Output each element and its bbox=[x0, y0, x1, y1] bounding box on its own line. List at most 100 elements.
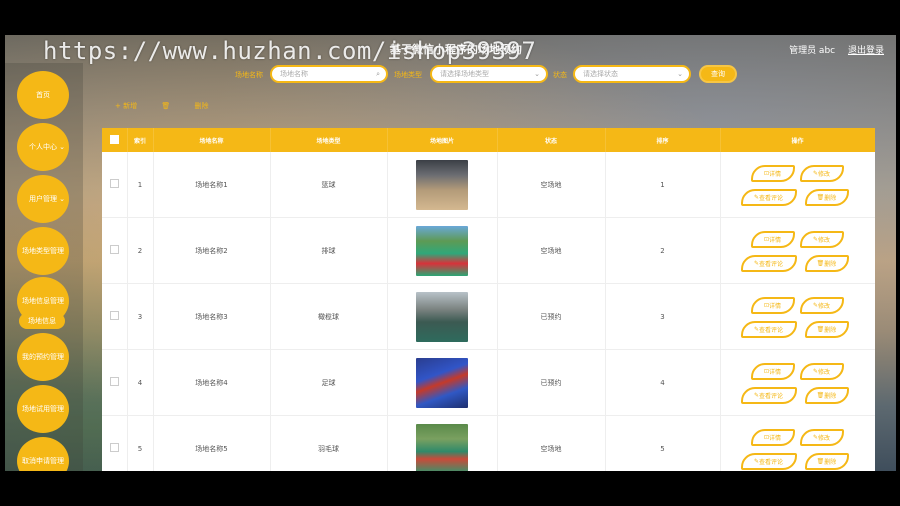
venue-image bbox=[416, 291, 468, 342]
sidebar-item-user-management[interactable]: 用户管理 ⌄ bbox=[17, 175, 69, 223]
venue-image bbox=[416, 357, 468, 408]
sidebar-subitem-label: 场地信息 bbox=[28, 317, 56, 325]
row-checkbox[interactable] bbox=[109, 245, 119, 254]
view-comments-button[interactable]: ✎ 查看评论 bbox=[740, 188, 797, 206]
detail-button[interactable]: ⊡ 详情 bbox=[750, 296, 795, 314]
detail-button[interactable]: ⊡ 详情 bbox=[750, 362, 795, 380]
row-select-cell bbox=[102, 152, 128, 218]
detail-label: 详情 bbox=[769, 368, 782, 376]
row-image-cell bbox=[387, 349, 498, 416]
row-type: 羽毛球 bbox=[270, 415, 388, 471]
search-bar: 场地名称 场地名称 ⌕ 场地类型 请选择场地类型 ⌄ 状态 请选择状态 ⌄ 查询 bbox=[5, 65, 896, 85]
col-sort: 排序 bbox=[605, 128, 721, 152]
row-status: 空场地 bbox=[497, 217, 606, 284]
row-name: 场地名称1 bbox=[153, 152, 271, 218]
row-checkbox[interactable] bbox=[109, 311, 119, 320]
venue-table: 索引 场地名称 场地类型 场地图片 状态 排序 操作 1 场地名称1 篮球 空场地 1 ⊡… bbox=[102, 128, 875, 471]
row-name: 场地名称2 bbox=[153, 217, 271, 284]
search-icon: ⌕ bbox=[376, 70, 380, 78]
row-type: 足球 bbox=[270, 349, 388, 416]
venue-name-label: 场地名称 bbox=[235, 71, 263, 79]
trash-icon: 🗑 bbox=[816, 325, 825, 333]
venue-type-select[interactable]: 请选择场地类型 ⌄ bbox=[430, 65, 548, 83]
add-button[interactable]: + 新增 bbox=[115, 102, 137, 110]
row-select-cell bbox=[102, 283, 128, 350]
venue-image bbox=[416, 225, 468, 276]
trash-icon: 🗑 bbox=[816, 457, 825, 465]
row-checkbox[interactable] bbox=[109, 179, 119, 188]
table-row: 4 场地名称4 足球 已预约 4 ⊡ 详情 ✎ 修改 ✎ 查看评论 🗑 删除 bbox=[102, 349, 875, 416]
row-ops: ⊡ 详情 ✎ 修改 ✎ 查看评论 🗑 删除 bbox=[720, 152, 875, 218]
trash-icon: 🗑 bbox=[161, 102, 173, 110]
batch-delete-label: 删除 bbox=[194, 102, 209, 110]
logout-link[interactable]: 退出登录 bbox=[848, 46, 884, 56]
row-status: 空场地 bbox=[497, 415, 606, 471]
row-actions: ⊡ 详情 ✎ 修改 ✎ 查看评论 🗑 删除 bbox=[721, 419, 876, 472]
delete-button[interactable]: 🗑 删除 bbox=[804, 188, 849, 206]
delete-button[interactable]: 🗑 删除 bbox=[804, 254, 849, 272]
table-header-row: 索引 场地名称 场地类型 场地图片 状态 排序 操作 bbox=[102, 128, 875, 152]
sidebar-item-label: 场地试用管理 bbox=[22, 405, 64, 413]
watermark: https://www.huzhan.com/ishop39397 bbox=[43, 37, 537, 65]
view-comments-label: 查看评论 bbox=[759, 194, 784, 202]
edit-button[interactable]: ✎ 修改 bbox=[799, 164, 844, 182]
select-all-checkbox[interactable] bbox=[109, 134, 119, 144]
venue-type-label: 场地类型 bbox=[394, 71, 422, 79]
venue-type-placeholder: 请选择场地类型 bbox=[440, 70, 489, 78]
delete-button[interactable]: 🗑 删除 bbox=[804, 452, 849, 470]
sidebar-item-cancel-request-management[interactable]: 取消申请管理 bbox=[17, 437, 69, 471]
row-type: 排球 bbox=[270, 217, 388, 284]
table-row: 5 场地名称5 羽毛球 空场地 5 ⊡ 详情 ✎ 修改 ✎ 查看评论 🗑 删除 bbox=[102, 415, 876, 472]
sidebar-item-label: 场地类型管理 bbox=[22, 247, 64, 255]
row-select-cell bbox=[102, 415, 128, 471]
delete-label: 删除 bbox=[824, 392, 837, 400]
edit-button[interactable]: ✎ 修改 bbox=[799, 428, 844, 446]
row-index: 2 bbox=[127, 217, 154, 284]
edit-label: 修改 bbox=[818, 434, 831, 442]
row-image-cell bbox=[387, 217, 498, 284]
detail-label: 详情 bbox=[769, 302, 782, 310]
row-sort: 5 bbox=[605, 415, 721, 471]
edit-button[interactable]: ✎ 修改 bbox=[799, 296, 844, 314]
row-select-cell bbox=[102, 349, 128, 416]
detail-button[interactable]: ⊡ 详情 bbox=[750, 164, 795, 182]
batch-delete-button[interactable]: 🗑 删除 bbox=[161, 102, 230, 110]
sidebar-item-venue-type-management[interactable]: 场地类型管理 bbox=[17, 227, 69, 275]
sidebar-item-personal-center[interactable]: 个人中心 ⌄ bbox=[17, 123, 69, 171]
sidebar-item-label: 首页 bbox=[36, 91, 50, 99]
row-type: 橄榄球 bbox=[270, 283, 388, 350]
sidebar-item-my-booking-management[interactable]: 我的预约管理 bbox=[17, 333, 69, 381]
view-comments-button[interactable]: ✎ 查看评论 bbox=[740, 452, 797, 470]
row-select-cell bbox=[102, 217, 128, 284]
row-name: 场地名称3 bbox=[153, 283, 271, 350]
delete-label: 删除 bbox=[824, 260, 837, 268]
view-comments-button[interactable]: ✎ 查看评论 bbox=[740, 386, 797, 404]
query-button[interactable]: 查询 bbox=[699, 65, 737, 83]
app-screen: 基于微信小程序的场地预约 管理员 abc 退出登录 首页 个人中心 ⌄ 用户管理 ⌄… bbox=[5, 35, 896, 471]
col-image: 场地图片 bbox=[387, 128, 498, 152]
view-comments-label: 查看评论 bbox=[759, 392, 784, 400]
chevron-down-icon: ⌄ bbox=[59, 195, 65, 203]
edit-button[interactable]: ✎ 修改 bbox=[799, 362, 844, 380]
row-image-cell bbox=[387, 152, 498, 218]
trash-icon: 🗑 bbox=[816, 259, 825, 267]
row-checkbox[interactable] bbox=[109, 443, 119, 452]
row-name: 场地名称5 bbox=[153, 415, 271, 471]
detail-button[interactable]: ⊡ 详情 bbox=[750, 230, 795, 248]
view-comments-button[interactable]: ✎ 查看评论 bbox=[740, 254, 797, 272]
venue-name-placeholder: 场地名称 bbox=[280, 70, 308, 78]
detail-button[interactable]: ⊡ 详情 bbox=[750, 428, 795, 446]
delete-label: 删除 bbox=[824, 194, 837, 202]
sidebar-item-venue-trial-management[interactable]: 场地试用管理 bbox=[17, 385, 69, 433]
edit-button[interactable]: ✎ 修改 bbox=[799, 230, 844, 248]
row-sort: 3 bbox=[605, 283, 721, 350]
row-ops: ⊡ 详情 ✎ 修改 ✎ 查看评论 🗑 删除 bbox=[720, 217, 875, 284]
delete-button[interactable]: 🗑 删除 bbox=[804, 386, 849, 404]
row-sort: 2 bbox=[605, 217, 721, 284]
status-select[interactable]: 请选择状态 ⌄ bbox=[573, 65, 691, 83]
row-checkbox[interactable] bbox=[109, 377, 119, 386]
venue-name-input[interactable]: 场地名称 ⌕ bbox=[270, 65, 388, 83]
sidebar-subitem-venue-info[interactable]: 场地信息 bbox=[19, 313, 65, 329]
view-comments-button[interactable]: ✎ 查看评论 bbox=[740, 320, 797, 338]
delete-button[interactable]: 🗑 删除 bbox=[804, 320, 849, 338]
